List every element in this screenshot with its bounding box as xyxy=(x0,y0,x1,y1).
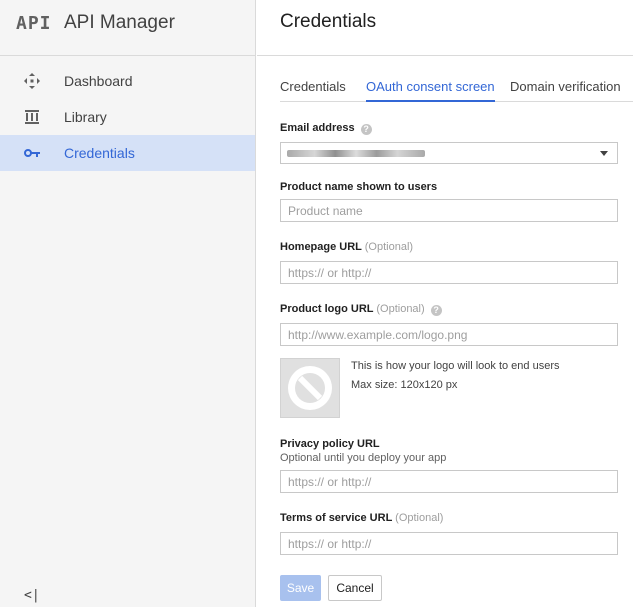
page-title: Credentials xyxy=(280,11,377,32)
optional-tag: (Optional) xyxy=(376,303,425,315)
homepage-url-label-text: Homepage URL xyxy=(280,241,362,253)
product-name-label: Product name shown to users xyxy=(280,181,438,193)
dashboard-icon xyxy=(0,73,64,89)
library-icon xyxy=(0,110,64,124)
sidebar-item-credentials[interactable]: Credentials xyxy=(0,135,255,171)
sidebar-item-label: Library xyxy=(64,109,107,125)
optional-tag: (Optional) xyxy=(364,241,414,253)
tab-bar: Credentials OAuth consent screen Domain … xyxy=(280,72,633,102)
privacy-url-label: Privacy policy URL xyxy=(280,438,380,450)
app-title: API Manager xyxy=(64,12,175,33)
email-label-text: Email address xyxy=(280,122,355,134)
logo-preview xyxy=(280,358,340,418)
logo-preview-note: This is how your logo will look to end u… xyxy=(351,360,560,372)
sidebar-nav: Dashboard Library Credentials xyxy=(0,63,255,171)
key-icon xyxy=(0,148,64,158)
help-icon[interactable]: ? xyxy=(430,305,442,316)
terms-url-label: Terms of service URL (Optional) xyxy=(280,512,443,524)
product-name-input[interactable]: Product name xyxy=(280,199,618,222)
privacy-url-sublabel: Optional until you deploy your app xyxy=(280,452,447,464)
logo-url-label: Product logo URL (Optional)? xyxy=(280,303,442,316)
terms-url-label-text: Terms of service URL xyxy=(280,512,393,524)
save-button[interactable]: Save xyxy=(280,575,321,601)
terms-url-input[interactable]: https:// or http:// xyxy=(280,532,618,555)
redacted-email-value xyxy=(287,150,425,157)
tab-domain-verification[interactable]: Domain verification xyxy=(510,72,621,102)
logo-url-input[interactable]: http://www.example.com/logo.png xyxy=(280,323,618,346)
logo-url-placeholder: http://www.example.com/logo.png xyxy=(288,327,468,342)
header-divider xyxy=(257,55,633,56)
help-icon[interactable]: ? xyxy=(360,124,372,135)
tab-oauth-consent-screen[interactable]: OAuth consent screen xyxy=(366,72,495,102)
privacy-url-input[interactable]: https:// or http:// xyxy=(280,470,618,493)
tab-credentials[interactable]: Credentials xyxy=(280,72,346,102)
homepage-url-input[interactable]: https:// or http:// xyxy=(280,261,618,284)
email-label: Email address? xyxy=(280,122,372,135)
collapse-sidebar-icon[interactable]: <| xyxy=(24,588,40,603)
optional-tag: (Optional) xyxy=(395,512,444,524)
homepage-url-placeholder: https:// or http:// xyxy=(288,265,372,280)
sidebar-item-label: Credentials xyxy=(64,145,135,161)
logo-url-label-text: Product logo URL xyxy=(280,303,374,315)
sidebar-divider xyxy=(0,55,256,56)
chevron-down-icon xyxy=(600,151,608,156)
no-image-icon xyxy=(288,366,332,410)
brand: API API Manager xyxy=(16,10,175,36)
sidebar: API API Manager Dashboard Library Creden… xyxy=(0,0,256,607)
privacy-url-placeholder: https:// or http:// xyxy=(288,474,372,489)
logo-max-size: Max size: 120x120 px xyxy=(351,379,458,391)
email-select[interactable] xyxy=(280,142,618,164)
sidebar-item-dashboard[interactable]: Dashboard xyxy=(0,63,255,99)
terms-url-placeholder: https:// or http:// xyxy=(288,536,372,551)
product-name-placeholder: Product name xyxy=(288,203,363,218)
cancel-button[interactable]: Cancel xyxy=(328,575,382,601)
sidebar-item-library[interactable]: Library xyxy=(0,99,255,135)
api-logo: API xyxy=(16,12,52,34)
homepage-url-label: Homepage URL (Optional) xyxy=(280,241,413,253)
sidebar-item-label: Dashboard xyxy=(64,73,133,89)
